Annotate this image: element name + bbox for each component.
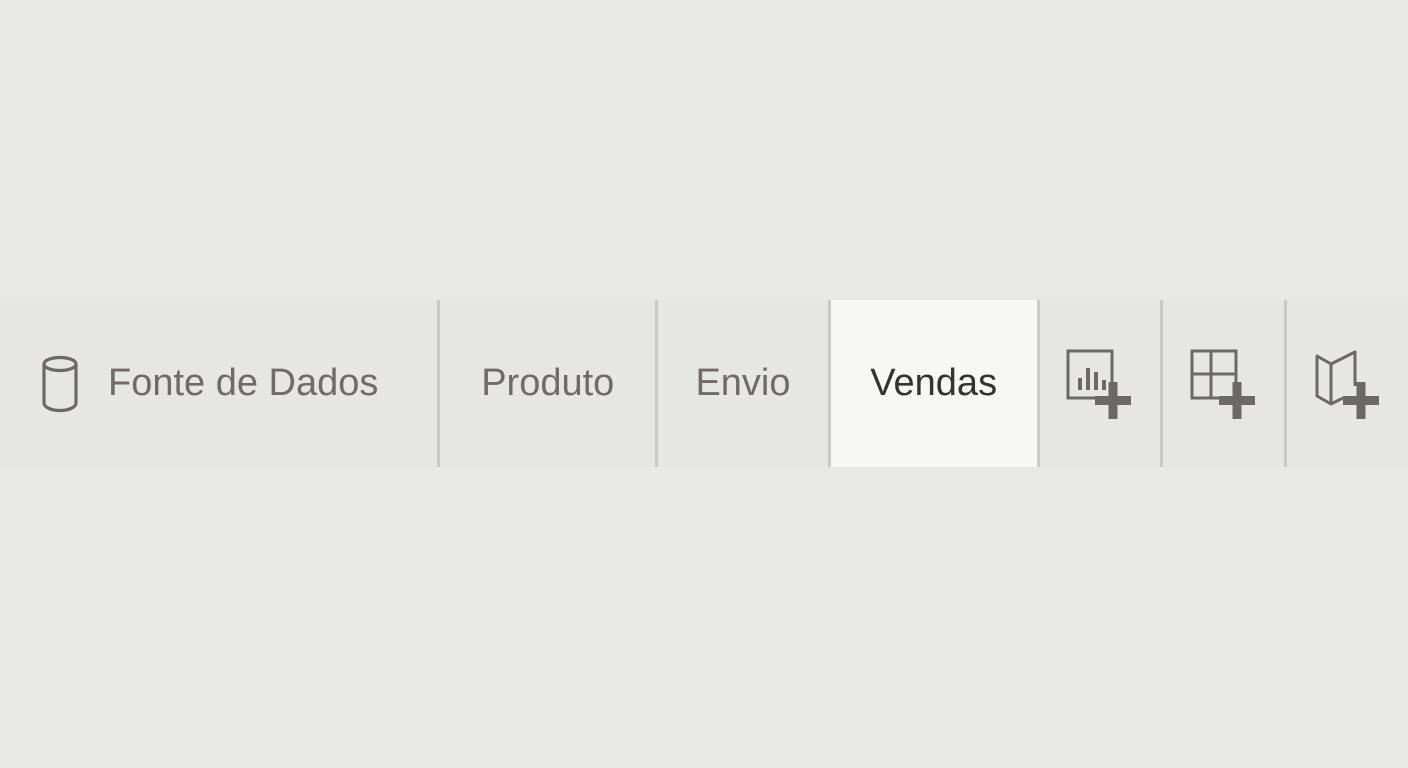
new-dashboard-button[interactable] [1163, 300, 1284, 467]
tab-data-source[interactable]: Fonte de Dados [0, 300, 437, 467]
tab-envio-label: Envio [695, 362, 791, 404]
new-dashboard-icon [1189, 348, 1259, 420]
tab-produto[interactable]: Produto [440, 300, 655, 467]
new-worksheet-button[interactable] [1040, 300, 1161, 467]
tab-vendas-label: Vendas [870, 362, 998, 404]
database-icon [40, 355, 80, 413]
tab-data-source-label: Fonte de Dados [108, 362, 379, 404]
tab-produto-label: Produto [481, 362, 615, 404]
new-story-icon [1313, 348, 1383, 420]
tab-envio[interactable]: Envio [658, 300, 828, 467]
tab-vendas[interactable]: Vendas [830, 300, 1037, 467]
sheet-tab-bar: Fonte de Dados Produto Envio Vendas [0, 300, 1408, 467]
new-worksheet-icon [1065, 348, 1135, 420]
new-story-button[interactable] [1287, 300, 1408, 467]
